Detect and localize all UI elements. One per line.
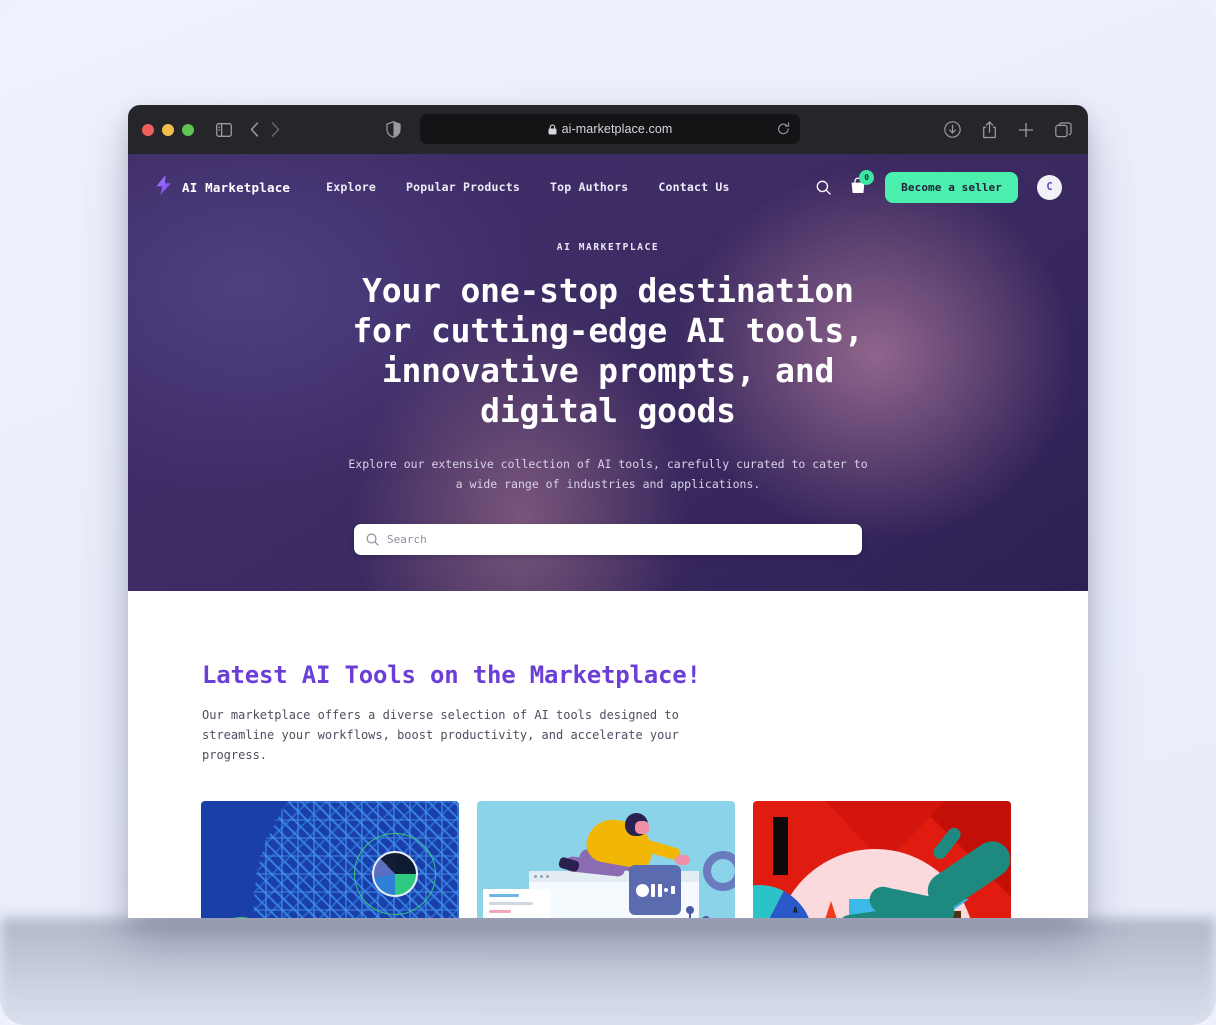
new-tab-icon[interactable] bbox=[1018, 122, 1034, 138]
product-card-developer-illustration[interactable] bbox=[477, 801, 735, 918]
nav-link-explore[interactable]: Explore bbox=[326, 180, 376, 194]
browser-window: ai-marketplace.com AI Marketplace Explor… bbox=[128, 105, 1088, 918]
user-avatar[interactable]: C bbox=[1037, 174, 1062, 200]
cart-button[interactable]: 0 bbox=[850, 169, 875, 198]
lock-icon bbox=[548, 123, 557, 135]
illustration-code-panel bbox=[483, 889, 551, 918]
product-card-red-collage[interactable]: A bbox=[753, 801, 1011, 918]
hero-content: AI MARKETPLACE Your one-stop destination… bbox=[128, 220, 1088, 555]
nav-link-top-authors[interactable]: Top Authors bbox=[550, 180, 628, 194]
back-arrow-icon[interactable] bbox=[250, 122, 259, 137]
forward-arrow-icon[interactable] bbox=[271, 122, 280, 137]
window-traffic-lights[interactable] bbox=[142, 123, 194, 136]
sidebar-icon[interactable] bbox=[216, 122, 232, 137]
product-card-circuit-board[interactable] bbox=[201, 801, 459, 918]
hero-section: AI Marketplace Explore Popular Products … bbox=[128, 154, 1088, 591]
url-text: ai-marketplace.com bbox=[561, 122, 673, 136]
download-icon[interactable] bbox=[944, 121, 961, 138]
color-wheel-icon bbox=[372, 851, 418, 897]
reload-icon[interactable] bbox=[777, 121, 790, 140]
latest-tools-section: Latest AI Tools on the Marketplace! Our … bbox=[128, 591, 1088, 918]
address-bar[interactable]: ai-marketplace.com bbox=[420, 114, 800, 144]
nav-actions: 0 Become a seller C bbox=[816, 169, 1062, 203]
search-icon bbox=[366, 533, 379, 546]
hero-subtitle: Explore our extensive collection of AI t… bbox=[348, 457, 868, 491]
search-input[interactable] bbox=[387, 533, 850, 546]
close-window-button[interactable] bbox=[142, 123, 154, 136]
shield-icon[interactable] bbox=[386, 121, 401, 138]
brand-name: AI Marketplace bbox=[182, 179, 291, 195]
window-drop-shadow bbox=[0, 918, 1216, 1025]
hero-title: Your one-stop destination for cutting-ed… bbox=[352, 271, 864, 430]
section-title: Latest AI Tools on the Marketplace! bbox=[202, 661, 701, 689]
browser-toolbar: ai-marketplace.com bbox=[128, 105, 1088, 154]
tab-overview-icon[interactable] bbox=[1055, 121, 1072, 138]
become-a-seller-button[interactable]: Become a seller bbox=[885, 171, 1018, 203]
hero-search-bar[interactable] bbox=[354, 524, 862, 555]
collage-black-bar bbox=[773, 817, 788, 875]
site-navbar: AI Marketplace Explore Popular Products … bbox=[128, 154, 1088, 220]
hero-eyebrow: AI MARKETPLACE bbox=[556, 242, 660, 253]
toolbar-right-actions bbox=[944, 120, 1072, 139]
cart-count-badge: 0 bbox=[859, 169, 875, 185]
search-icon[interactable] bbox=[816, 180, 831, 195]
nav-link-contact-us[interactable]: Contact Us bbox=[658, 180, 729, 194]
nav-link-popular-products[interactable]: Popular Products bbox=[406, 180, 520, 194]
nav-menu: Explore Popular Products Top Authors Con… bbox=[326, 180, 729, 194]
page-backdrop: ai-marketplace.com AI Marketplace Explor… bbox=[0, 0, 1216, 1025]
illustration-button-box bbox=[629, 865, 681, 915]
minimize-window-button[interactable] bbox=[162, 123, 174, 136]
maximize-window-button[interactable] bbox=[182, 123, 194, 136]
product-card-grid: A bbox=[128, 765, 1088, 918]
website-viewport: AI Marketplace Explore Popular Products … bbox=[128, 154, 1088, 918]
share-icon[interactable] bbox=[982, 120, 997, 139]
brand-logo[interactable]: AI Marketplace bbox=[154, 174, 290, 200]
lightning-bolt-icon bbox=[154, 174, 174, 200]
collage-letter-a: A bbox=[793, 906, 798, 915]
section-description: Our marketplace offers a diverse selecti… bbox=[202, 708, 679, 762]
gear-icon bbox=[703, 851, 735, 891]
